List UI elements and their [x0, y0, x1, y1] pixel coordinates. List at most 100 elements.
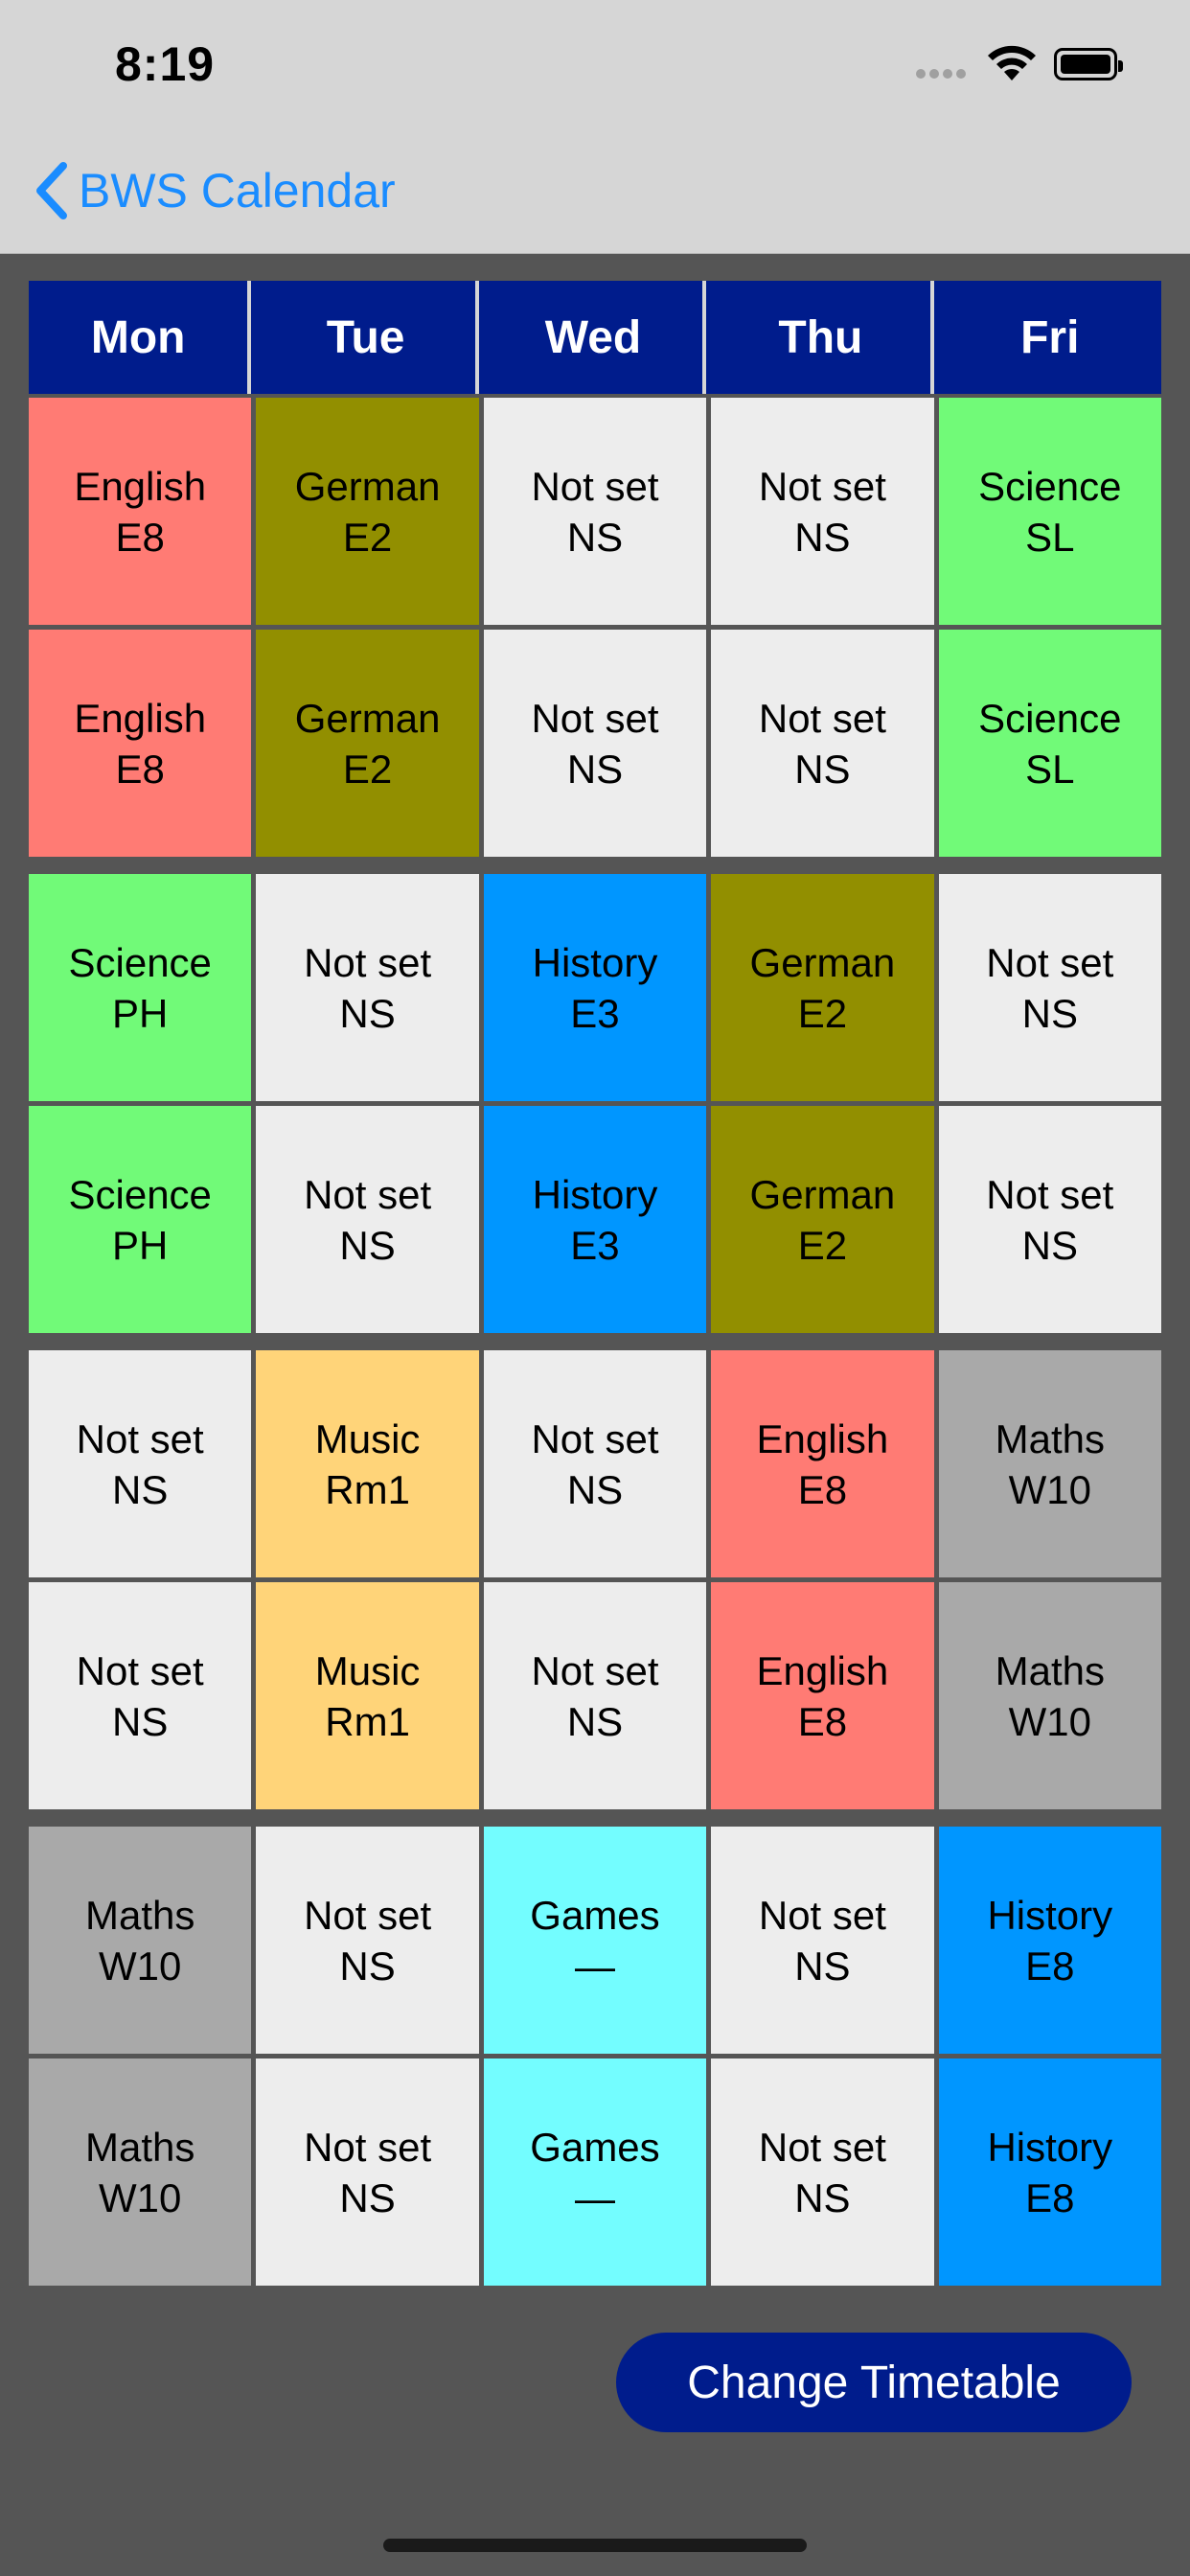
timetable-cell[interactable]: Not set NS [256, 874, 479, 1101]
lesson-subject: Science [978, 463, 1122, 509]
back-button[interactable]: BWS Calendar [33, 157, 396, 224]
timetable-cell[interactable]: Not set NS [483, 1350, 707, 1577]
lesson-subject: Not set [304, 2124, 432, 2170]
timetable-cell[interactable]: Not set NS [256, 1106, 479, 1333]
lesson-room: NS [339, 1943, 396, 1989]
lesson-subject: German [294, 463, 441, 509]
timetable-cell[interactable]: Not set NS [256, 2058, 479, 2286]
period-block: Not set NS Music Rm1 Not set NS English E8 Maths… [29, 1350, 1161, 1809]
day-header: Mon [29, 281, 252, 394]
lesson-subject: Maths [995, 1647, 1105, 1693]
status-bar: 8:19 [0, 0, 1190, 132]
timetable-cell[interactable]: Music Rm1 [256, 1350, 479, 1577]
timetable-cell[interactable]: History E3 [483, 1106, 707, 1333]
timetable-cell[interactable]: Maths W10 [938, 1350, 1161, 1577]
lesson-room: SL [1025, 514, 1075, 560]
lesson-subject: English [74, 463, 207, 509]
lesson-subject: Not set [531, 463, 659, 509]
timetable-cell[interactable]: Not set NS [711, 630, 934, 857]
wifi-icon [988, 45, 1036, 80]
timetable-cell[interactable]: Not set NS [29, 1350, 252, 1577]
lesson-room: W10 [1008, 1698, 1091, 1744]
lesson-room: NS [112, 1466, 169, 1512]
timetable-cell[interactable]: Maths W10 [29, 1827, 252, 2054]
lesson-room: E8 [797, 1698, 848, 1744]
lesson-room: E2 [797, 1222, 848, 1268]
timetable-cell[interactable]: Not set NS [711, 398, 934, 625]
timetable-cell[interactable]: Games — [483, 2058, 707, 2286]
timetable-cell[interactable]: German E2 [711, 1106, 934, 1333]
timetable-cell[interactable]: Not set NS [483, 630, 707, 857]
timetable-cell[interactable]: Science PH [29, 1106, 252, 1333]
lesson-subject: Not set [758, 2124, 886, 2170]
timetable-cell[interactable]: English E8 [711, 1350, 934, 1577]
day-header: Fri [938, 281, 1161, 394]
timetable-cell[interactable]: Science SL [938, 630, 1161, 857]
lesson-room: W10 [1008, 1466, 1091, 1512]
lesson-room: SL [1025, 746, 1075, 792]
lesson-room: NS [566, 746, 624, 792]
timetable-cell[interactable]: Not set NS [483, 398, 707, 625]
timetable-cell[interactable]: History E3 [483, 874, 707, 1101]
timetable-cell[interactable]: Games — [483, 1827, 707, 2054]
status-time: 8:19 [115, 37, 216, 91]
change-timetable-button[interactable]: Change Timetable [616, 2333, 1132, 2432]
lesson-room: E2 [342, 514, 393, 560]
timetable-cell[interactable]: Not set NS [256, 1827, 479, 2054]
timetable-cell[interactable]: History E8 [938, 2058, 1161, 2286]
lesson-room: E8 [115, 746, 165, 792]
lesson-room: NS [566, 1698, 624, 1744]
lesson-room: E8 [115, 514, 165, 560]
timetable-cell[interactable]: Not set NS [938, 1106, 1161, 1333]
lesson-room: NS [339, 1222, 396, 1268]
lesson-subject: German [749, 1171, 896, 1217]
lesson-subject: Not set [76, 1415, 204, 1461]
timetable-cell[interactable]: History E8 [938, 1827, 1161, 2054]
lesson-subject: German [749, 939, 896, 985]
lesson-subject: Maths [995, 1415, 1105, 1461]
timetable-cell[interactable]: Maths W10 [938, 1582, 1161, 1809]
timetable-cell[interactable]: Science PH [29, 874, 252, 1101]
timetable-cell[interactable]: Not set NS [711, 2058, 934, 2286]
lesson-subject: Science [978, 695, 1122, 741]
timetable-cell[interactable]: Not set NS [483, 1582, 707, 1809]
timetable-cell[interactable]: German E2 [256, 630, 479, 857]
cellular-signal-icon [916, 69, 970, 80]
lesson-room: PH [112, 990, 169, 1036]
timetable-cell[interactable]: English E8 [29, 630, 252, 857]
back-button-label: BWS Calendar [79, 164, 396, 218]
lesson-subject: Not set [758, 1892, 886, 1938]
lesson-room: NS [794, 2174, 851, 2220]
lesson-subject: English [756, 1647, 889, 1693]
period-block: Science PH Not set NS History E3 German E2 Not s… [29, 874, 1161, 1333]
lesson-subject: History [532, 1171, 658, 1217]
lesson-room: W10 [99, 2174, 182, 2220]
timetable-cell[interactable]: Science SL [938, 398, 1161, 625]
lesson-subject: Not set [531, 1415, 659, 1461]
lesson-subject: Music [314, 1415, 421, 1461]
lesson-subject: Science [68, 939, 212, 985]
lesson-room: NS [566, 1466, 624, 1512]
timetable-cell[interactable]: English E8 [29, 398, 252, 625]
lesson-room: NS [794, 514, 851, 560]
timetable-cell[interactable]: English E8 [711, 1582, 934, 1809]
timetable-cell[interactable]: Not set NS [29, 1582, 252, 1809]
timetable-cell[interactable]: Maths W10 [29, 2058, 252, 2286]
lesson-room: NS [794, 1943, 851, 1989]
lesson-subject: English [756, 1415, 889, 1461]
lesson-subject: Maths [85, 1892, 195, 1938]
lesson-subject: Games [530, 2124, 660, 2170]
lesson-subject: Not set [986, 939, 1114, 985]
period-block: English E8 German E2 Not set NS Not set NS Scien… [29, 398, 1161, 857]
lesson-subject: Maths [85, 2124, 195, 2170]
period-block: Maths W10 Not set NS Games — Not set NS History E… [29, 1827, 1161, 2286]
timetable-cell[interactable]: German E2 [256, 398, 479, 625]
lesson-room: E8 [1025, 2174, 1075, 2220]
lesson-room: NS [339, 990, 396, 1036]
timetable-cell[interactable]: German E2 [711, 874, 934, 1101]
lesson-subject: German [294, 695, 441, 741]
lesson-room: Rm1 [325, 1466, 410, 1512]
timetable-cell[interactable]: Music Rm1 [256, 1582, 479, 1809]
timetable-cell[interactable]: Not set NS [711, 1827, 934, 2054]
timetable-cell[interactable]: Not set NS [938, 874, 1161, 1101]
